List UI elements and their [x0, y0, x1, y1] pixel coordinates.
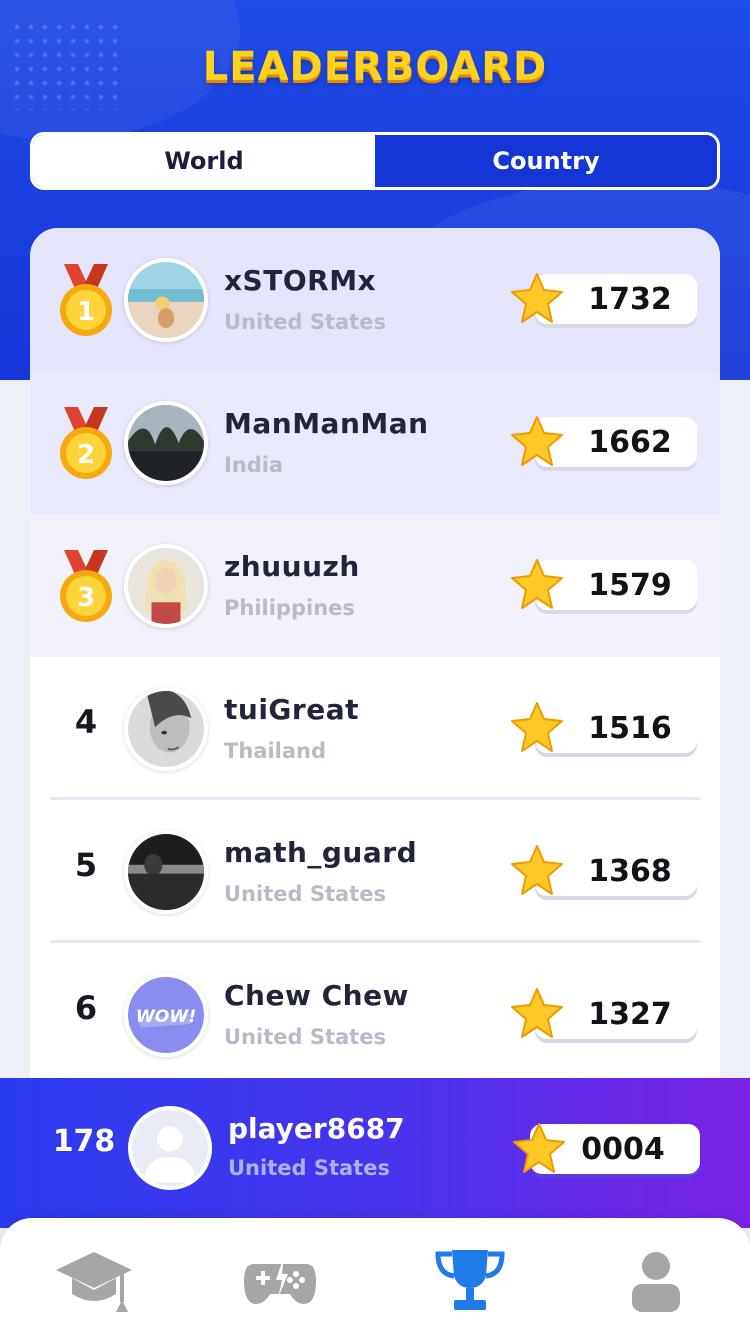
nav-games[interactable]: [240, 1246, 320, 1316]
leaderboard-row[interactable]: 3 zhuuuzh Philippines 1579: [30, 514, 720, 657]
gold-medal-1-icon: 1: [60, 264, 112, 336]
medal-rank: 1: [77, 297, 95, 327]
star-icon: [511, 845, 563, 895]
rank-number: 5: [74, 846, 98, 884]
avatar-image: [128, 262, 204, 338]
avatar[interactable]: [124, 401, 208, 485]
leaderboard-row[interactable]: 6 WOW! Chew Chew United States 1327: [30, 943, 720, 1078]
tab-world[interactable]: World: [33, 135, 375, 187]
player-country: Thailand: [224, 739, 326, 763]
wow-badge-avatar: WOW!: [128, 977, 204, 1053]
score-value: 1516: [588, 710, 672, 746]
nav-profile[interactable]: [616, 1246, 696, 1316]
score-value: 1662: [588, 424, 672, 460]
nav-leaderboard[interactable]: [430, 1246, 510, 1316]
leaderboard-list[interactable]: 1 xSTORMx United States 1732 2 ManManMan…: [30, 228, 720, 1078]
rank-number: 6: [74, 989, 98, 1027]
avatar[interactable]: [124, 544, 208, 628]
score-value: 1732: [588, 281, 672, 317]
star-icon: [511, 988, 563, 1038]
player-name: zhuuuzh: [224, 550, 360, 583]
gamepad-icon: [244, 1256, 316, 1304]
score-value: 1327: [588, 996, 672, 1032]
star-icon: [511, 416, 563, 466]
star-icon: [511, 273, 563, 323]
trophy-icon: [435, 1250, 505, 1310]
avatar-image: [128, 834, 204, 910]
current-user-name: player8687: [228, 1112, 405, 1145]
current-user-bar[interactable]: 178 player8687 United States 0004: [0, 1078, 750, 1228]
player-name: tuiGreat: [224, 693, 359, 726]
player-name: math_guard: [224, 836, 418, 869]
leaderboard-row[interactable]: 4 tuiGreat Thailand 1516: [30, 657, 720, 800]
avatar[interactable]: [124, 687, 208, 771]
star-icon: [513, 1123, 565, 1173]
avatar[interactable]: [124, 258, 208, 342]
current-user-rank: 178: [52, 1124, 116, 1159]
avatar[interactable]: [124, 830, 208, 914]
leaderboard-row[interactable]: 2 ManManMan India 1662: [30, 371, 720, 514]
rank-number: 4: [74, 703, 98, 741]
avatar[interactable]: [128, 1106, 212, 1190]
player-name: xSTORMx: [224, 264, 377, 297]
star-icon: [511, 702, 563, 752]
leaderboard-row[interactable]: 5 math_guard United States 1368: [30, 800, 720, 943]
player-country: United States: [224, 310, 386, 334]
avatar[interactable]: WOW!: [124, 973, 208, 1057]
avatar-image: [128, 691, 204, 767]
nav-learn[interactable]: [54, 1246, 134, 1316]
avatar-image: [128, 405, 204, 481]
page-title: LEADERBOARD: [202, 44, 548, 90]
tab-country[interactable]: Country: [375, 135, 717, 187]
player-country: Philippines: [224, 596, 355, 620]
medal-rank: 3: [77, 583, 95, 613]
badge-text: WOW!: [136, 1007, 196, 1027]
avatar-image: [128, 548, 204, 624]
player-name: ManManMan: [224, 407, 429, 440]
star-icon: [511, 559, 563, 609]
player-country: India: [224, 453, 284, 477]
default-avatar-icon: [132, 1110, 208, 1186]
current-user-country: United States: [228, 1156, 390, 1180]
score-value: 1579: [588, 567, 672, 603]
gold-medal-3-icon: 3: [60, 550, 112, 622]
graduation-cap-icon: [56, 1252, 132, 1312]
score-value: 0004: [581, 1131, 665, 1167]
gold-medal-2-icon: 2: [60, 407, 112, 479]
bottom-navigation: [0, 1218, 750, 1334]
profile-icon: [632, 1252, 680, 1312]
scope-tabs: World Country: [30, 132, 720, 190]
player-country: United States: [224, 1025, 386, 1049]
leaderboard-row[interactable]: 1 xSTORMx United States 1732: [30, 228, 720, 371]
score-value: 1368: [588, 853, 672, 889]
medal-rank: 2: [77, 440, 95, 470]
player-name: Chew Chew: [224, 979, 409, 1012]
player-country: United States: [224, 882, 386, 906]
